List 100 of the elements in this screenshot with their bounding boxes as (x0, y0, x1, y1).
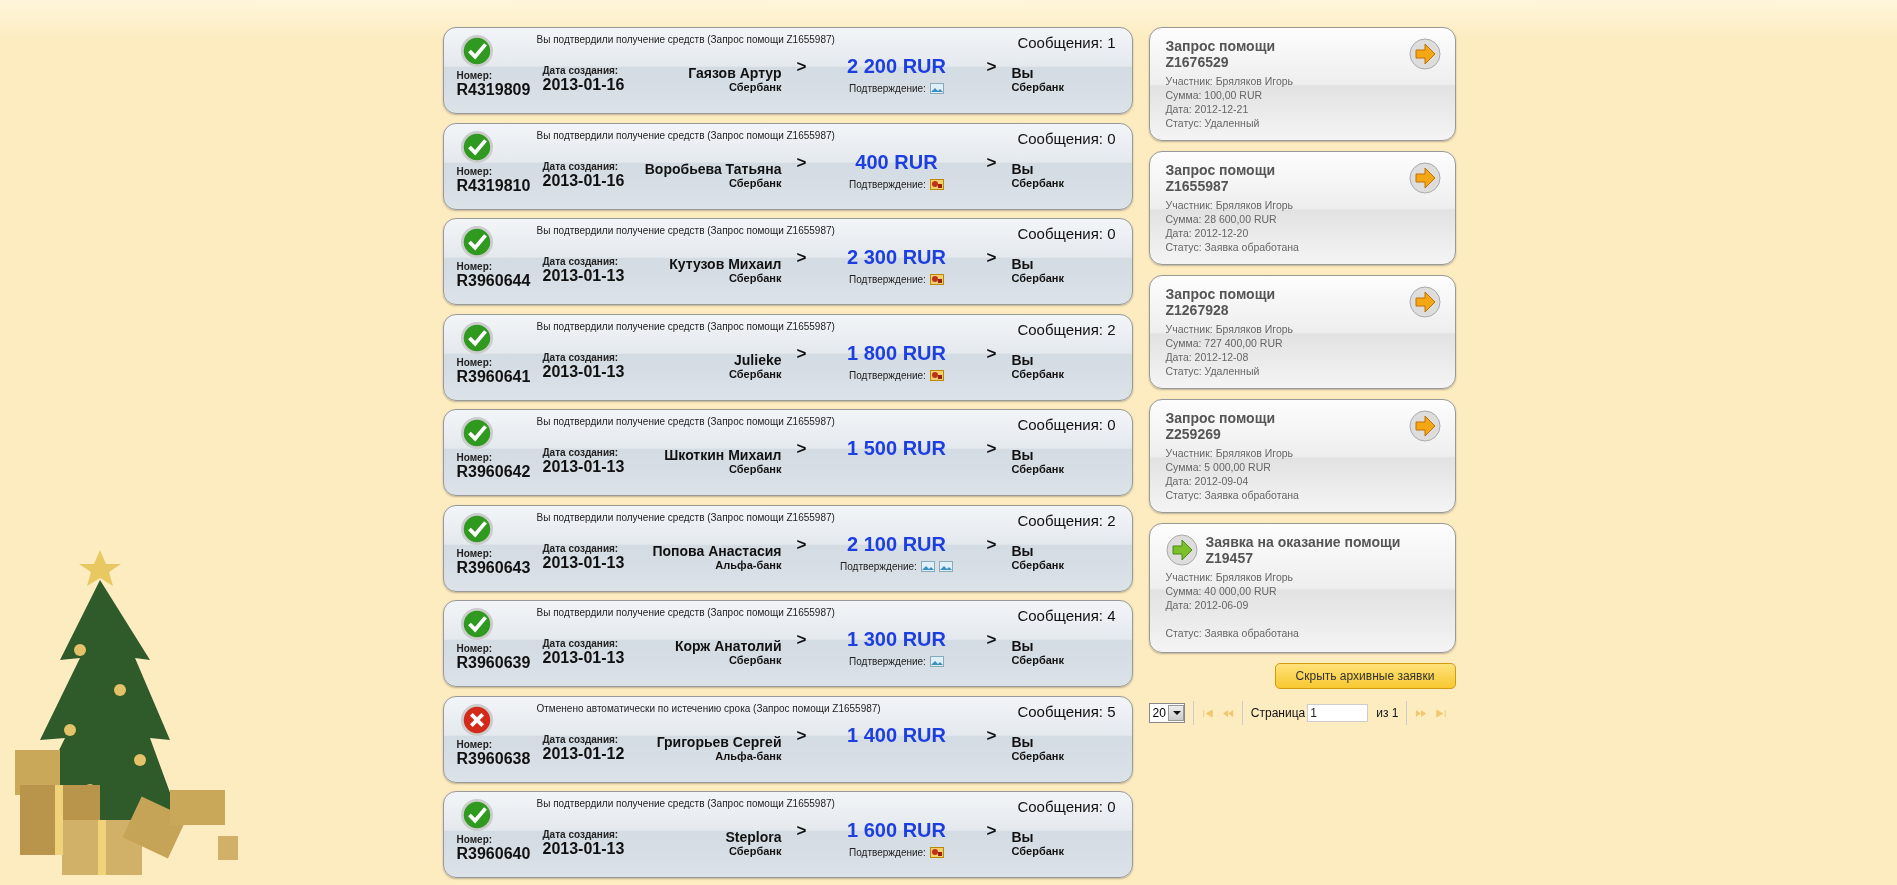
sender-name: Шкоткин Михаил (664, 447, 782, 463)
order-number: R3960639 (456, 654, 531, 671)
number-label: Номер: (456, 261, 493, 272)
date-label: Дата создания: (542, 733, 619, 745)
recipient-bank: Сбербанк (1011, 272, 1064, 284)
request-detail: Дата: 2012-06-09 (1165, 598, 1250, 612)
request-detail: Сумма: 28 600,00 RUR (1165, 212, 1278, 226)
date-value: 2013-01-13 (542, 267, 625, 284)
arrow-sign: > (795, 439, 808, 459)
recipient-bank: Сбербанк (1011, 463, 1064, 475)
request-detail: Сумма: 727 400,00 RUR (1165, 336, 1284, 350)
request-status: Статус: Удаленный (1165, 364, 1261, 378)
amount: 1 500 RUR (847, 437, 946, 460)
request-status: Статус: Удаленный (1165, 116, 1261, 130)
sender-name: Steplora (725, 829, 782, 845)
amount: 1 300 RUR (847, 628, 946, 651)
amount: 2 100 RUR (847, 532, 946, 556)
recipient-name: Вы (1011, 638, 1034, 654)
request-status: Статус: Заявка обработана (1165, 488, 1300, 502)
request-code: Z259269 (1165, 426, 1222, 442)
date-value: 2013-01-13 (542, 649, 625, 666)
recipient-name: Вы (1011, 733, 1034, 750)
number-label: Номер: (456, 738, 493, 750)
arrow-sign: > (985, 821, 998, 841)
request-detail: Сумма: 5 000,00 RUR (1165, 460, 1272, 474)
number-label: Номер: (456, 356, 493, 368)
status-note: Вы подтвердили получение средств (Запрос помощи Z1655987) (536, 129, 835, 141)
recipient-name: Вы (1011, 447, 1034, 463)
sender-name: Гаязов Артур (688, 65, 782, 81)
messages-count: Сообщения: 0 (1017, 416, 1116, 433)
request-title: Запрос помощи (1165, 38, 1277, 54)
sender-bank: Сбербанк (729, 81, 782, 93)
arrow-sign: > (985, 248, 998, 268)
recipient-name: Вы (1011, 256, 1034, 272)
confirmation-label: Подтверждение: (849, 274, 926, 285)
messages-count: Сообщения: 1 (1017, 34, 1116, 51)
arrow-sign: > (795, 821, 808, 841)
date-label: Дата создания: (542, 160, 619, 172)
arrow-sign: > (795, 534, 808, 555)
number-label: Номер: (456, 547, 493, 559)
order-number: R3960638 (456, 749, 531, 767)
number-label: Номер: (456, 834, 493, 845)
page-label: Страница (1250, 706, 1306, 720)
order-number: R3960643 (456, 558, 531, 576)
recipient-name: Вы (1011, 829, 1034, 845)
order-number: R4319810 (456, 176, 531, 194)
arrow-sign: > (985, 343, 998, 364)
arrow-sign: > (795, 630, 808, 650)
hide-archive-button[interactable]: Скрыть архивные заявки (1274, 663, 1456, 689)
page-size-select[interactable]: 20 (1148, 703, 1185, 723)
messages-count: Сообщения: 0 (1017, 129, 1116, 147)
sender-bank: Альфа-банк (715, 558, 782, 571)
arrow-sign: > (985, 630, 998, 650)
sender-bank: Сбербанк (729, 845, 782, 857)
arrow-sign: > (795, 152, 808, 173)
date-label: Дата создания: (542, 638, 619, 649)
sender-name: Julieke (734, 351, 782, 368)
request-detail: Дата: 2012-12-20 (1165, 226, 1250, 240)
date-value: 2013-01-13 (542, 362, 625, 380)
messages-count: Сообщения: 2 (1017, 320, 1116, 338)
amount: 400 RUR (855, 150, 938, 174)
request-detail: Дата: 2012-12-08 (1165, 350, 1250, 364)
page-input[interactable]: 1 (1307, 704, 1369, 722)
messages-count: Сообщения: 0 (1017, 798, 1116, 815)
recipient-bank: Сбербанк (1011, 654, 1064, 666)
status-note: Вы подтвердили получение средств (Запрос помощи Z1655987) (536, 607, 835, 618)
arrow-sign: > (795, 725, 808, 746)
request-detail: Участник: Бряляков Игорь (1165, 570, 1295, 584)
request-code: Z19457 (1205, 550, 1254, 566)
request-detail: Сумма: 100,00 RUR (1165, 88, 1264, 102)
sender-bank: Сбербанк (729, 176, 782, 189)
status-note: Вы подтвердили получение средств (Запрос помощи Z1655987) (536, 798, 835, 809)
order-number: R4319809 (456, 81, 531, 98)
recipient-bank: Сбербанк (1011, 845, 1064, 857)
number-label: Номер: (456, 452, 493, 463)
request-detail: Участник: Бряляков Игорь (1165, 446, 1295, 460)
arrow-sign: > (985, 534, 998, 555)
date-label: Дата создания: (542, 65, 619, 76)
amount: 2 300 RUR (847, 246, 946, 269)
request-title: Запрос помощи (1165, 162, 1277, 178)
request-code: Z1267928 (1165, 302, 1230, 318)
request-code: Z1676529 (1165, 54, 1230, 70)
request-detail: Дата: 2012-09-04 (1165, 474, 1250, 488)
arrow-sign: > (795, 57, 808, 77)
request-detail: Дата: 2012-12-21 (1165, 102, 1250, 116)
date-value: 2013-01-13 (542, 458, 625, 475)
messages-count: Сообщения: 0 (1017, 225, 1116, 242)
messages-count: Сообщения: 4 (1017, 607, 1116, 624)
recipient-bank: Сбербанк (1011, 749, 1064, 762)
date-label: Дата создания: (542, 447, 619, 458)
recipient-name: Вы (1011, 542, 1034, 559)
number-label: Номер: (456, 70, 493, 81)
number-label: Номер: (456, 165, 493, 177)
status-note: Вы подтвердили получение средств (Запрос помощи Z1655987) (536, 34, 835, 45)
request-status: Статус: Заявка обработана (1165, 626, 1300, 640)
arrow-sign: > (985, 725, 998, 746)
recipient-bank: Сбербанк (1011, 367, 1064, 380)
arrow-sign: > (985, 439, 998, 459)
status-note: Вы подтвердили получение средств (Запрос помощи Z1655987) (536, 225, 835, 236)
arrow-sign: > (985, 57, 998, 77)
